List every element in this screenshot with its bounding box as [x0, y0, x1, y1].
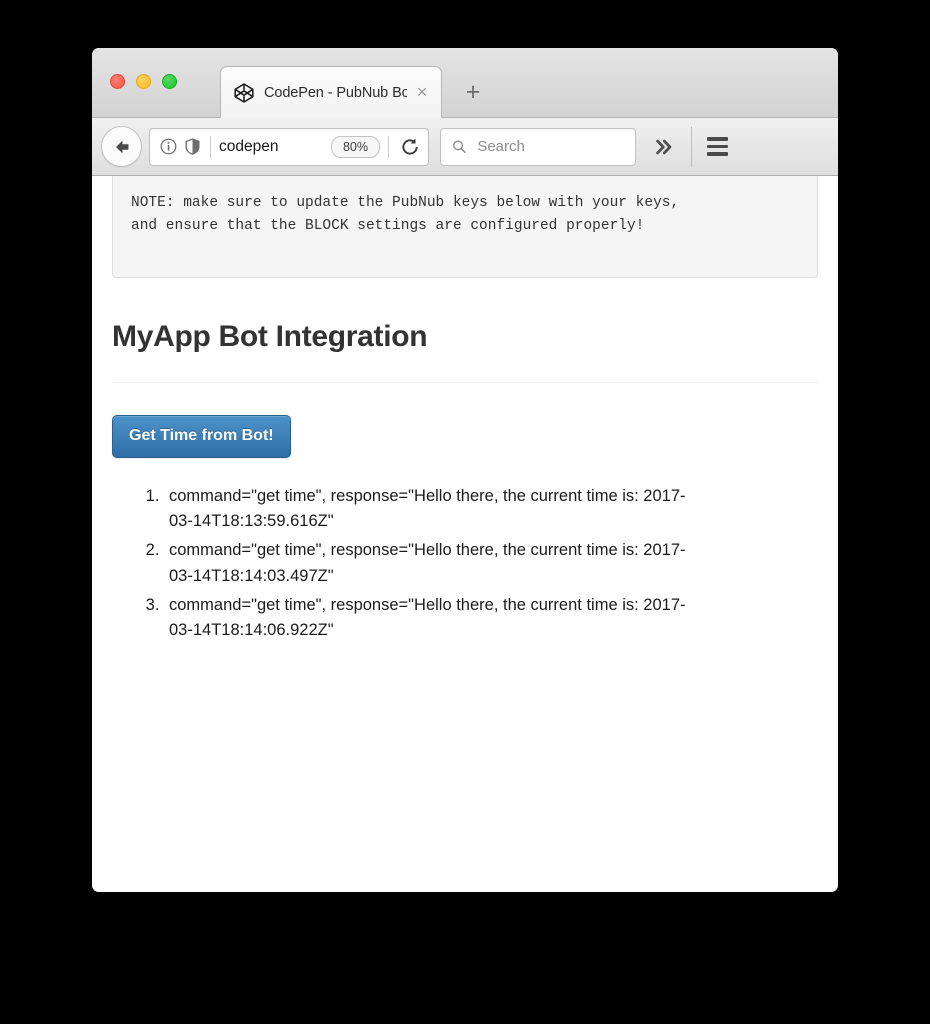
page-title: MyApp Bot Integration [112, 319, 428, 353]
info-circle-icon[interactable] [159, 137, 178, 156]
zoom-level-badge[interactable]: 80% [330, 135, 380, 158]
address-bar[interactable]: codepen 80% [149, 127, 429, 166]
bot-response-list: command="get time", response="Hello ther… [112, 484, 818, 644]
toolbar-divider [691, 126, 692, 167]
back-arrow-icon [115, 140, 128, 153]
minimize-window-button[interactable] [136, 74, 151, 89]
title-divider [112, 381, 818, 383]
search-icon [453, 140, 466, 153]
get-time-from-bot-button[interactable]: Get Time from Bot! [112, 414, 291, 458]
note-code-block: NOTE: make sure to update the PubNub key… [112, 176, 818, 278]
address-bar-divider [210, 135, 211, 158]
toolbar-overflow-button[interactable] [647, 130, 681, 164]
list-item: command="get time", response="Hello ther… [164, 538, 709, 589]
back-button[interactable] [101, 126, 142, 167]
close-icon[interactable]: × [413, 83, 431, 102]
hamburger-bar [706, 137, 728, 141]
chevron-double-right-icon [656, 139, 672, 154]
hamburger-bar [706, 144, 728, 149]
close-window-button[interactable] [110, 74, 125, 89]
browser-window: CodePen - PubNub Bot Inte... × + [92, 48, 838, 892]
hamburger-bar [706, 152, 728, 156]
list-item: command="get time", response="Hello ther… [164, 593, 709, 644]
shield-icon[interactable] [183, 137, 202, 156]
navigation-toolbar: codepen 80% [92, 118, 838, 176]
browser-tab[interactable]: CodePen - PubNub Bot Inte... × [220, 66, 442, 119]
new-tab-button[interactable]: + [458, 78, 488, 108]
page-viewport: NOTE: make sure to update the PubNub key… [92, 176, 838, 892]
codepen-logo-icon [234, 83, 254, 103]
reload-button[interactable] [399, 136, 421, 158]
tab-title: CodePen - PubNub Bot Inte... [264, 85, 407, 101]
reload-divider [388, 135, 389, 158]
window-controls [110, 74, 177, 89]
maximize-window-button[interactable] [162, 74, 177, 89]
identity-icons [159, 137, 202, 156]
reload-icon [402, 138, 418, 155]
list-item: command="get time", response="Hello ther… [164, 484, 709, 535]
search-input[interactable] [475, 137, 627, 156]
hamburger-menu-icon[interactable] [696, 126, 738, 168]
search-bar[interactable] [440, 127, 636, 166]
url-text[interactable]: codepen [219, 138, 327, 156]
page-content: NOTE: make sure to update the PubNub key… [92, 176, 838, 644]
tab-strip: CodePen - PubNub Bot Inte... × + [92, 48, 838, 119]
